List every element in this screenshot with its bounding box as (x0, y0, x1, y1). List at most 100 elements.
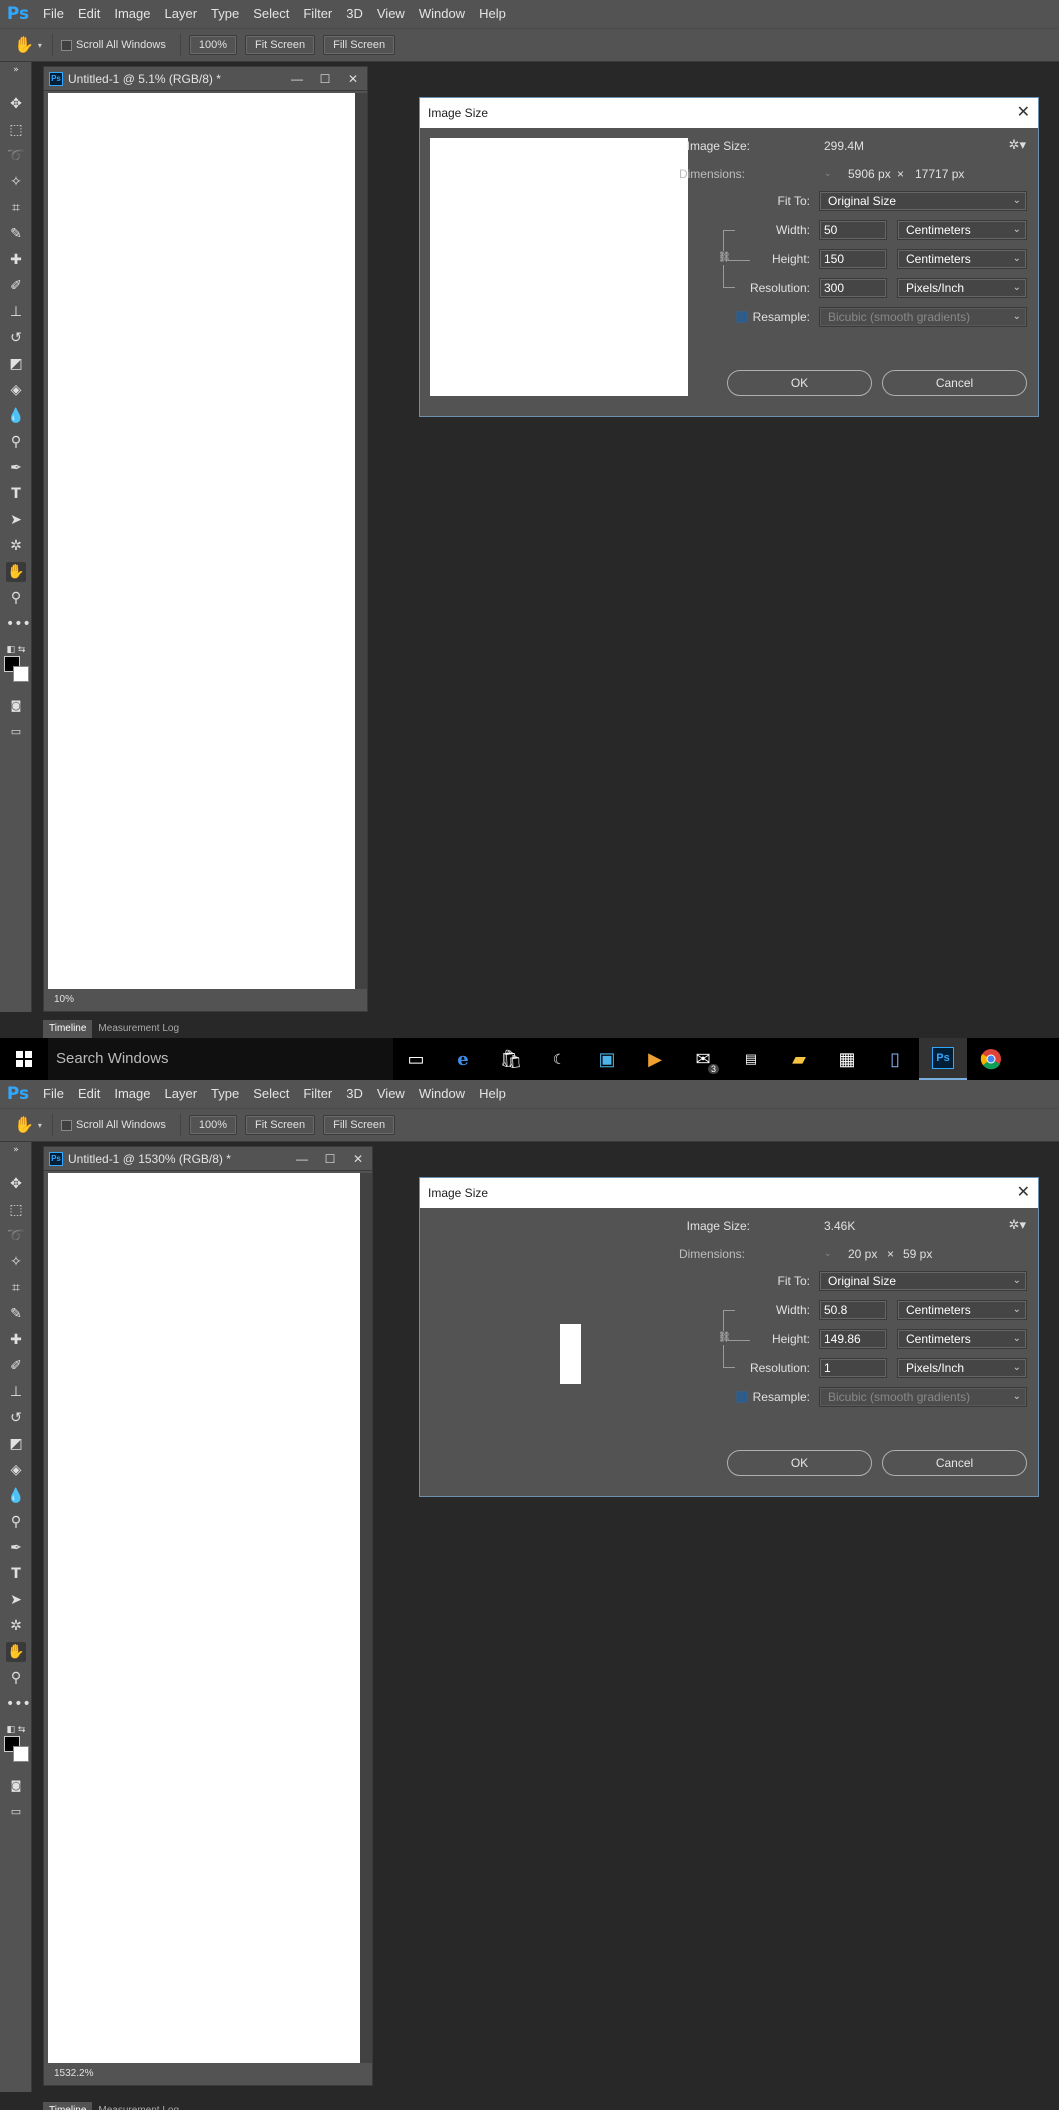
photos-icon[interactable]: ▣ (583, 1038, 631, 1080)
tab-timeline[interactable]: Timeline (43, 1020, 93, 1038)
magic-wand-tool-icon[interactable]: ✧ (6, 1252, 26, 1272)
screen-mode-icon[interactable]: ▭ (6, 722, 26, 742)
terminal-icon[interactable]: ▤ (727, 1038, 775, 1080)
more-tools-icon[interactable]: ••• (6, 614, 31, 634)
crop-tool-icon[interactable]: ⌗ (6, 198, 26, 218)
lasso-tool-icon[interactable]: ➰ (6, 1226, 26, 1246)
history-brush-tool-icon[interactable]: ↺ (6, 1408, 26, 1428)
menu-edit[interactable]: Edit (71, 1080, 107, 1108)
menu-3d[interactable]: 3D (339, 1080, 370, 1108)
canvas-area[interactable] (48, 1173, 360, 2063)
link-icon[interactable]: ⛓ (718, 251, 731, 265)
resolution-unit-select[interactable]: Pixels/Inch ⌄ (897, 278, 1027, 298)
menu-window[interactable]: Window (412, 0, 472, 28)
close-icon[interactable]: ✕ (344, 1152, 372, 1166)
default-colors-icon[interactable]: ◧ ⇆ (6, 640, 26, 655)
width-input[interactable]: 50 (819, 220, 887, 240)
close-icon[interactable]: ✕ (1017, 98, 1030, 128)
tool-preset-picker[interactable]: ✋ ▾ (14, 1115, 44, 1135)
menu-file[interactable]: File (36, 1080, 71, 1108)
scroll-all-windows-checkbox[interactable] (61, 39, 72, 51)
move-tool-icon[interactable]: ✥ (6, 1174, 26, 1194)
type-tool-icon[interactable]: T (6, 1564, 26, 1584)
fit-to-select[interactable]: Original Size ⌄ (819, 1271, 1027, 1291)
tab-measurement-log[interactable]: Measurement Log (92, 1020, 185, 1038)
maximize-icon[interactable]: ☐ (311, 72, 339, 86)
paint-bucket-tool-icon[interactable]: ◈ (6, 1460, 26, 1480)
paint-bucket-tool-icon[interactable]: ◈ (6, 380, 26, 400)
vertical-scrollbar[interactable] (355, 93, 367, 989)
gear-icon[interactable]: ✲▾ (1009, 138, 1026, 153)
minimize-icon[interactable]: — (288, 1152, 316, 1166)
collapse-panel-icon[interactable]: » (6, 64, 26, 76)
lasso-tool-icon[interactable]: ➰ (6, 146, 26, 166)
vertical-scrollbar[interactable] (360, 1173, 372, 2063)
history-brush-tool-icon[interactable]: ↺ (6, 328, 26, 348)
path-selection-tool-icon[interactable]: ➤ (6, 1590, 26, 1610)
height-input[interactable]: 150 (819, 249, 887, 269)
menu-layer[interactable]: Layer (158, 1080, 205, 1108)
dodge-tool-icon[interactable]: ⚲ (6, 432, 26, 452)
menu-layer[interactable]: Layer (158, 0, 205, 28)
menu-window[interactable]: Window (412, 1080, 472, 1108)
type-tool-icon[interactable]: T (6, 484, 26, 504)
brush-tool-icon[interactable]: ✐ (6, 276, 26, 296)
search-box[interactable]: Search Windows (48, 1038, 393, 1080)
zoom-100-button[interactable]: 100% (188, 1115, 237, 1135)
zoom-level[interactable]: 1532.2% (48, 2065, 93, 2083)
move-tool-icon[interactable]: ✥ (6, 94, 26, 114)
eraser-tool-icon[interactable]: ◩ (6, 1434, 26, 1454)
cancel-button[interactable]: Cancel (882, 1450, 1027, 1476)
menu-image[interactable]: Image (107, 0, 157, 28)
menu-edit[interactable]: Edit (71, 0, 107, 28)
dimensions-dropdown-icon[interactable]: ⌄ (824, 1248, 832, 1259)
start-button[interactable] (0, 1051, 48, 1067)
hand-tool-icon[interactable]: ✋ (6, 562, 26, 582)
brush-tool-icon[interactable]: ✐ (6, 1356, 26, 1376)
file-explorer-icon[interactable]: ▰ (775, 1038, 823, 1080)
canvas[interactable] (48, 93, 355, 989)
photoshop-taskbar-icon[interactable]: Ps (919, 1038, 967, 1080)
tab-timeline[interactable]: Timeline (43, 2102, 93, 2110)
crop-tool-icon[interactable]: ⌗ (6, 1278, 26, 1298)
marquee-tool-icon[interactable]: ⬚ (6, 120, 26, 140)
height-input[interactable]: 149.86 (819, 1329, 887, 1349)
task-view-icon[interactable]: ▭ (393, 1038, 439, 1080)
document-tab[interactable]: Ps Untitled-1 @ 1530% (RGB/8) * — ☐ ✕ (44, 1147, 372, 1171)
notepad-icon[interactable]: ▯ (871, 1038, 919, 1080)
menu-view[interactable]: View (370, 1080, 412, 1108)
menu-select[interactable]: Select (246, 0, 296, 28)
ok-button[interactable]: OK (727, 370, 872, 396)
width-unit-select[interactable]: Centimeters ⌄ (897, 220, 1027, 240)
close-icon[interactable]: ✕ (1017, 1178, 1030, 1208)
tab-measurement-log[interactable]: Measurement Log (92, 2102, 185, 2110)
minimize-icon[interactable]: — (283, 72, 311, 86)
width-unit-select[interactable]: Centimeters ⌄ (897, 1300, 1027, 1320)
link-icon[interactable]: ⛓ (718, 1331, 731, 1345)
healing-brush-tool-icon[interactable]: ✚ (6, 1330, 26, 1350)
gear-icon[interactable]: ✲▾ (1009, 1218, 1026, 1233)
tool-preset-picker[interactable]: ✋ ▾ (14, 35, 44, 55)
eraser-tool-icon[interactable]: ◩ (6, 354, 26, 374)
menu-view[interactable]: View (370, 0, 412, 28)
height-unit-select[interactable]: Centimeters ⌄ (897, 1329, 1027, 1349)
pen-tool-icon[interactable]: ✒ (6, 1538, 26, 1558)
width-input[interactable]: 50.8 (819, 1300, 887, 1320)
clone-stamp-tool-icon[interactable]: ⊥ (6, 302, 26, 322)
zoom-level[interactable]: 10% (48, 991, 74, 1009)
media-player-icon[interactable]: ▶ (631, 1038, 679, 1080)
close-icon[interactable]: ✕ (339, 72, 367, 86)
dimensions-dropdown-icon[interactable]: ⌄ (824, 168, 832, 179)
resample-method-select[interactable]: Bicubic (smooth gradients) ⌄ (819, 307, 1027, 327)
hand-tool-icon[interactable]: ✋ (6, 1642, 26, 1662)
resolution-input[interactable]: 1 (819, 1358, 887, 1378)
chrome-icon[interactable] (967, 1038, 1015, 1080)
store-icon[interactable]: 🛍 (487, 1038, 535, 1080)
mail-icon[interactable]: ✉ 3 (679, 1038, 727, 1080)
menu-image[interactable]: Image (107, 1080, 157, 1108)
menu-help[interactable]: Help (472, 0, 513, 28)
blur-tool-icon[interactable]: 💧 (6, 1486, 26, 1506)
custom-shape-tool-icon[interactable]: ✲ (6, 536, 26, 556)
fit-screen-button[interactable]: Fit Screen (245, 35, 316, 55)
resolution-input[interactable]: 300 (819, 278, 887, 298)
